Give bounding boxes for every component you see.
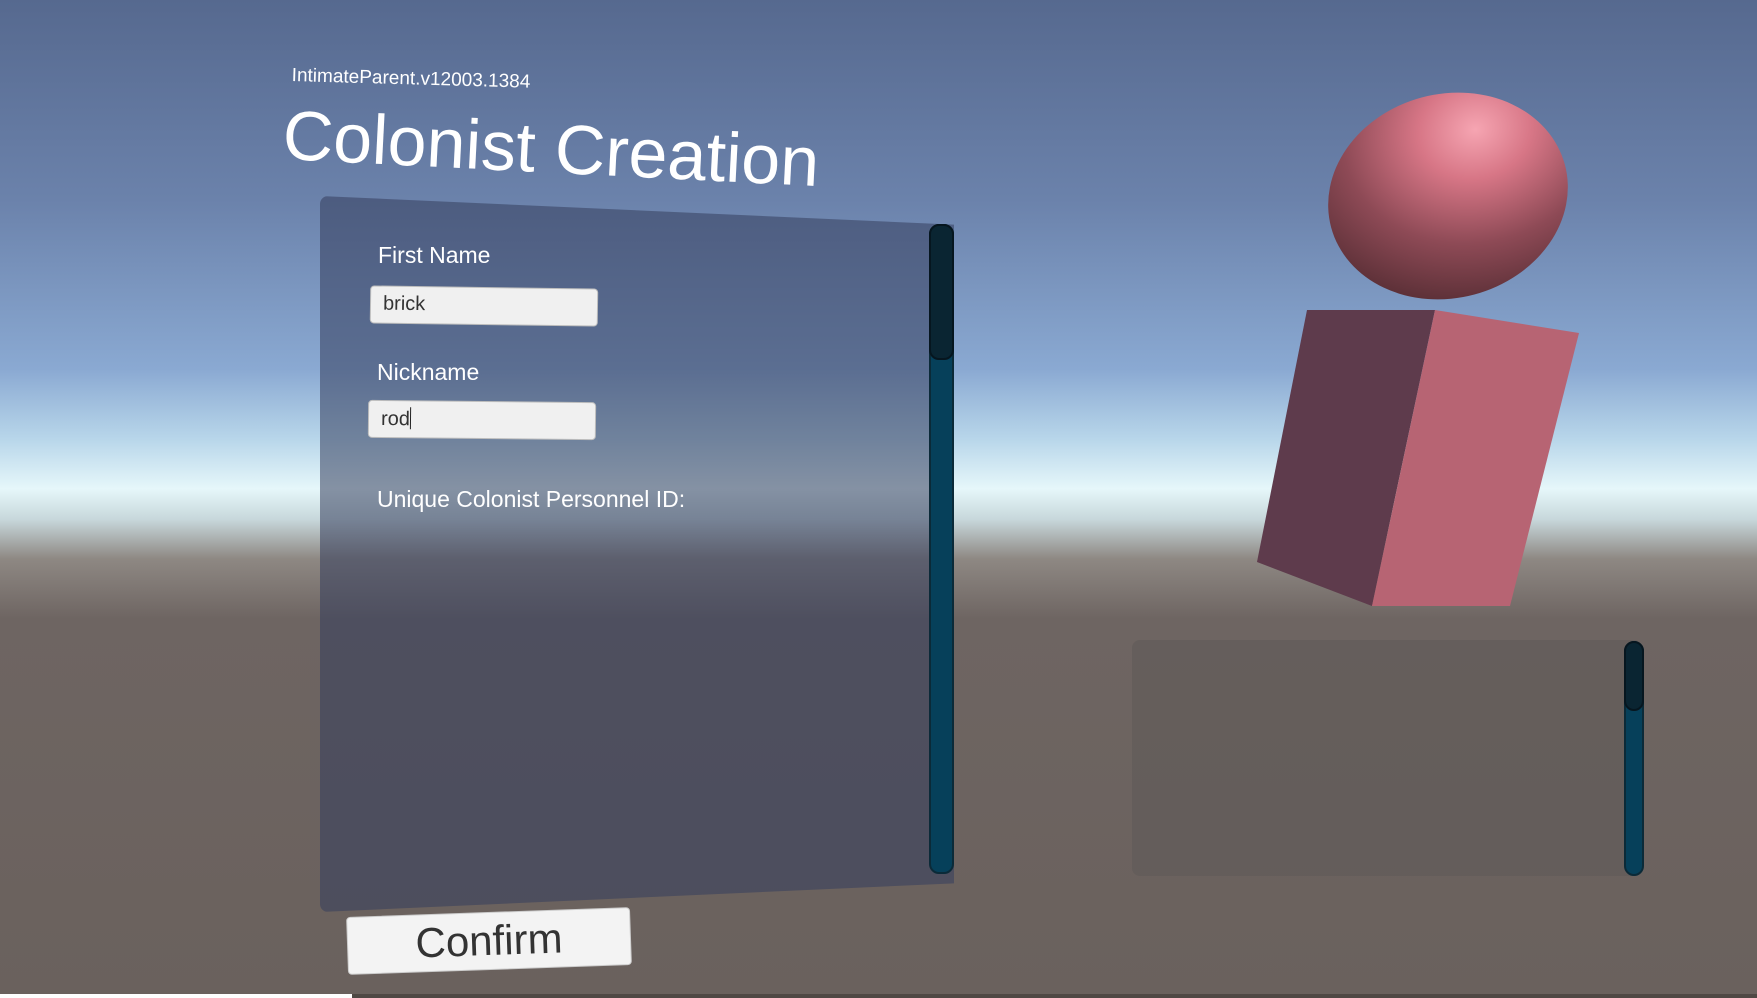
text-caret: [409, 407, 412, 430]
preview-panel: [1132, 640, 1642, 876]
version-label: IntimateParent.v12003.1384: [291, 65, 531, 93]
first-name-label: First Name: [378, 242, 491, 268]
personnel-id-label: Unique Colonist Personnel ID:: [377, 486, 686, 512]
page-title: Colonist Creation: [281, 95, 822, 202]
sphere-shape: [1328, 92, 1568, 300]
box-shape: [1257, 310, 1579, 606]
form-scrollbar[interactable]: [929, 224, 954, 874]
confirm-button-label: Confirm: [414, 914, 564, 967]
first-name-value: brick: [382, 292, 426, 316]
first-name-input[interactable]: brick: [369, 285, 599, 327]
form-content: First Name brick Nickname rod Unique Col…: [320, 196, 920, 912]
bottom-edge-highlight: [0, 994, 352, 998]
confirm-button[interactable]: Confirm: [346, 907, 632, 975]
form-scrollbar-handle[interactable]: [929, 224, 954, 360]
nickname-value: rod: [380, 407, 411, 431]
nickname-label: Nickname: [377, 359, 480, 385]
nickname-input[interactable]: rod: [367, 399, 597, 441]
preview-scrollbar-handle[interactable]: [1624, 641, 1644, 711]
preview-scrollbar[interactable]: [1624, 641, 1644, 876]
colonist-model: [1257, 92, 1579, 606]
